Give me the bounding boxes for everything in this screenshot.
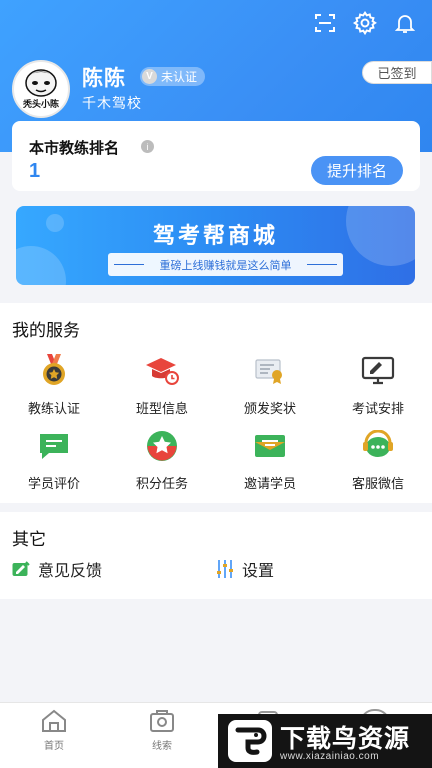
monitor-icon — [360, 353, 396, 388]
services-grid: 教练认证 班型信息 颁发奖状 考试安排 学员评价 积分任务 邀请学员 客服微信 — [0, 353, 432, 492]
settings-item[interactable]: 设置 — [216, 557, 274, 581]
school-name: 千木驾校 — [82, 95, 142, 111]
signed-in-button[interactable]: 已签到 — [362, 61, 432, 84]
service-label: 客服微信 — [351, 476, 404, 491]
service-coach-verify[interactable]: 教练认证 — [0, 353, 108, 417]
settings-label: 设置 — [242, 563, 275, 580]
service-label: 考试安排 — [351, 401, 404, 416]
watermark-title: 下载鸟资源 — [280, 725, 411, 753]
clue-icon — [150, 710, 174, 732]
service-label: 学员评价 — [27, 476, 80, 491]
top-toolbar — [312, 10, 418, 36]
service-student-review[interactable]: 学员评价 — [0, 428, 108, 492]
service-label: 积分任务 — [135, 476, 188, 491]
tab-home[interactable]: 首页 — [27, 709, 81, 752]
others-section: 其它 意见反馈 设置 — [0, 512, 432, 599]
mall-subtitle: 重磅上线赚钱就是这么简单 — [159, 259, 292, 272]
user-name: 陈陈 — [82, 67, 126, 90]
bell-icon[interactable] — [392, 10, 418, 36]
feedback-icon — [12, 561, 30, 576]
tab-label: 首页 — [44, 741, 64, 752]
service-class-info[interactable]: 班型信息 — [108, 353, 216, 417]
sliders-icon — [217, 560, 233, 578]
ranking-value: 1 — [29, 160, 41, 182]
service-label: 班型信息 — [135, 401, 188, 416]
avatar-caption: 秃头小陈 — [22, 99, 59, 109]
grad-cap-icon — [144, 353, 180, 388]
envelope-icon — [252, 428, 288, 463]
services-section: 我的服务 教练认证 班型信息 颁发奖状 考试安排 学员评价 积分任务 邀请学员 … — [0, 303, 432, 503]
info-icon[interactable]: i — [141, 140, 154, 153]
scan-icon[interactable] — [312, 10, 338, 36]
mall-subtitle-box: 重磅上线赚钱就是这么简单 — [108, 253, 343, 276]
gear-icon[interactable] — [352, 10, 378, 36]
services-title: 我的服务 — [12, 321, 80, 340]
home-icon — [42, 709, 66, 732]
watermark-overlay: 下载鸟资源 www.xiazainiao.com — [218, 714, 432, 768]
ranking-title: 本市教练排名 — [29, 140, 120, 157]
medal-icon — [36, 353, 72, 388]
bird-logo-icon — [228, 720, 272, 762]
ranking-card: 本市教练排名 i 1 提升排名 — [12, 121, 420, 191]
service-label: 邀请学员 — [243, 476, 296, 491]
others-title: 其它 — [12, 530, 46, 549]
decor-bubble — [16, 246, 66, 285]
verify-status: 未认证 — [161, 70, 198, 84]
service-invite-student[interactable]: 邀请学员 — [216, 428, 324, 492]
mall-title: 驾考帮商城 — [152, 223, 278, 248]
certificate-icon — [252, 353, 288, 388]
service-award-certificate[interactable]: 颁发奖状 — [216, 353, 324, 417]
watermark-url: www.xiazainiao.com — [280, 751, 380, 762]
tab-clues[interactable]: 线索 — [135, 709, 189, 752]
service-points-task[interactable]: 积分任务 — [108, 428, 216, 492]
feedback-item[interactable]: 意见反馈 — [12, 557, 102, 581]
service-exam-schedule[interactable]: 考试安排 — [324, 353, 432, 417]
tab-label: 线索 — [152, 741, 172, 752]
avatar[interactable]: 秃头小陈 — [12, 60, 70, 118]
verify-icon: V — [142, 69, 157, 84]
star-badge-icon — [144, 428, 180, 463]
service-label: 颁发奖状 — [243, 401, 296, 416]
mall-banner[interactable]: 驾考帮商城 重磅上线赚钱就是这么简单 — [16, 206, 415, 285]
feedback-label: 意见反馈 — [38, 563, 103, 580]
service-wechat-support[interactable]: 客服微信 — [324, 428, 432, 492]
improve-ranking-button[interactable]: 提升排名 — [311, 156, 403, 185]
service-label: 教练认证 — [27, 401, 80, 416]
comment-icon — [36, 428, 72, 463]
verify-badge[interactable]: V 未认证 — [140, 67, 206, 86]
chat-bubble-icon — [360, 428, 396, 463]
